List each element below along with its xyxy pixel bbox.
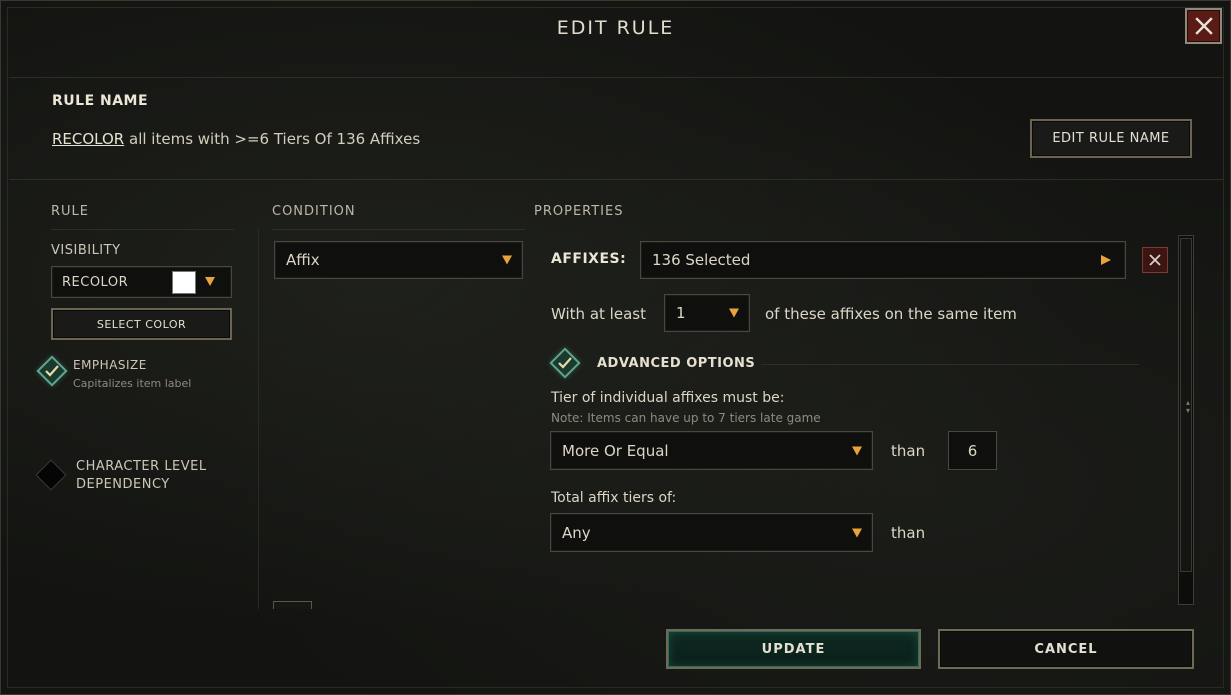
condition-type-value: Affix [286, 251, 320, 269]
character-level-label: CHARACTER LEVEL DEPENDENCY [76, 458, 207, 494]
affixes-selector[interactable]: 136 Selected [640, 241, 1126, 279]
advanced-options-separator [761, 364, 1139, 365]
select-color-button[interactable]: SELECT COLOR [51, 308, 232, 340]
chevron-down-icon [502, 255, 512, 265]
properties-column-heading: PROPERTIES [534, 204, 624, 219]
header-separator [9, 77, 1224, 78]
affixes-value: 136 Selected [652, 251, 751, 269]
edit-rule-name-button[interactable]: EDIT RULE NAME [1030, 119, 1192, 158]
close-button[interactable] [1185, 8, 1222, 44]
scrollbar-thumb[interactable]: ▴ ▾ [1180, 238, 1192, 572]
visibility-value: RECOLOR [62, 274, 129, 290]
character-level-label-line1: CHARACTER LEVEL [76, 459, 207, 474]
close-icon [1149, 254, 1161, 266]
emphasize-label: EMPHASIZE [73, 358, 147, 372]
advanced-options-label[interactable]: ADVANCED OPTIONS [597, 356, 755, 371]
total-tiers-value: Any [562, 523, 591, 542]
than-label-2: than [891, 524, 926, 542]
close-icon [1194, 17, 1213, 35]
character-level-checkbox[interactable] [35, 459, 67, 491]
column-divider [258, 229, 259, 609]
visibility-label: VISIBILITY [51, 243, 121, 258]
chevron-down-icon[interactable] [205, 277, 215, 286]
total-tiers-label: Total affix tiers of: [551, 490, 677, 506]
chevron-down-icon [852, 446, 862, 455]
cancel-button[interactable]: CANCEL [938, 629, 1194, 669]
emphasize-description: Capitalizes item label [73, 377, 192, 390]
than-label-1: than [891, 442, 926, 460]
chevron-down-icon [852, 528, 862, 537]
affix-count-dropdown[interactable]: 1 [664, 294, 750, 332]
properties-scrollbar[interactable]: ▴ ▾ [1178, 235, 1194, 605]
remove-affixes-button[interactable] [1142, 247, 1168, 273]
edit-rule-dialog: EDIT RULE RULE NAME RECOLOR all items wi… [0, 0, 1231, 695]
chevron-down-icon [729, 308, 739, 318]
rule-name-heading: RULE NAME [52, 93, 149, 109]
tier-note: Note: Items can have up to 7 tiers late … [551, 411, 821, 425]
chevron-right-icon [1101, 255, 1111, 265]
tier-comparison-value: More Or Equal [562, 441, 669, 460]
rule-description: all items with >=6 Tiers Of 136 Affixes [129, 130, 421, 148]
rule-heading-underline [51, 229, 234, 230]
tier-label: Tier of individual affixes must be: [551, 390, 785, 406]
rule-action-keyword: RECOLOR [52, 130, 125, 148]
update-button[interactable]: UPDATE [666, 629, 921, 669]
rule-name-separator [9, 179, 1224, 180]
tier-comparison-dropdown[interactable]: More Or Equal [550, 431, 873, 470]
rule-column-heading: RULE [51, 204, 90, 219]
checkmark-icon [558, 357, 572, 369]
condition-column-heading: CONDITION [272, 204, 356, 219]
add-condition-stub[interactable] [273, 601, 312, 609]
tier-value-input[interactable]: 6 [948, 431, 997, 470]
color-swatch[interactable] [172, 271, 196, 294]
dialog-title: EDIT RULE [556, 17, 675, 39]
total-tiers-dropdown[interactable]: Any [550, 513, 873, 552]
dialog-frame [7, 7, 1224, 688]
with-at-least-label: With at least [551, 305, 646, 323]
affixes-label: AFFIXES: [551, 251, 627, 267]
condition-type-dropdown[interactable]: Affix [274, 241, 523, 279]
affix-count-suffix: of these affixes on the same item [765, 305, 1017, 323]
checkmark-icon [45, 365, 59, 377]
affix-count-value: 1 [676, 304, 686, 322]
rule-name-summary: RECOLOR all items with >=6 Tiers Of 136 … [52, 130, 420, 148]
character-level-label-line2: DEPENDENCY [76, 477, 170, 492]
grip-icon: ▴ ▾ [1186, 398, 1191, 415]
condition-heading-underline [272, 229, 525, 230]
